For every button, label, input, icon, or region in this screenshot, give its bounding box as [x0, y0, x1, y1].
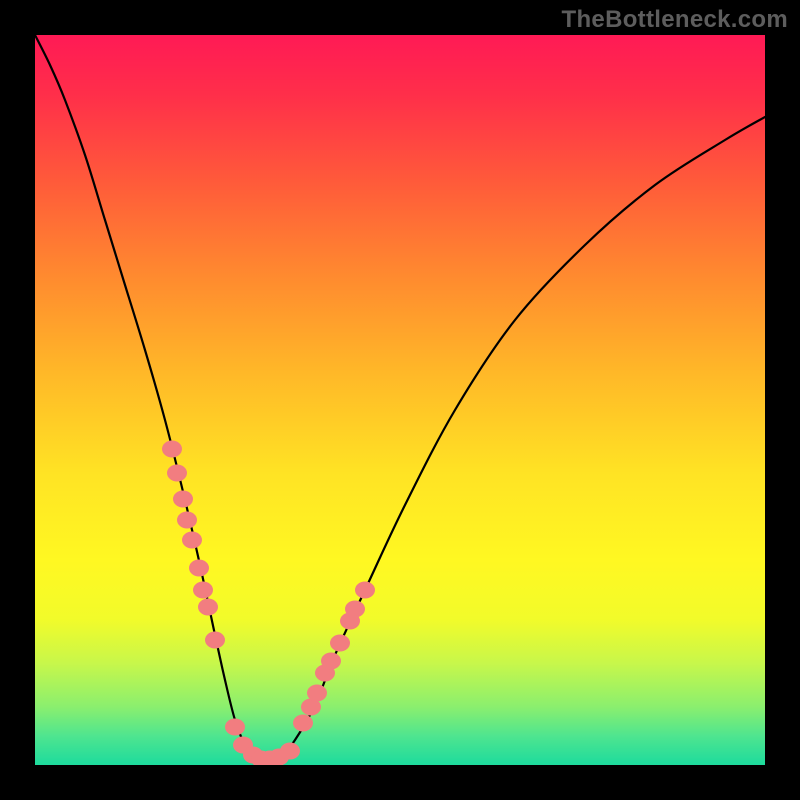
highlight-dot [307, 685, 327, 702]
highlight-dot [189, 560, 209, 577]
curve-layer [35, 35, 765, 760]
highlight-dot [173, 491, 193, 508]
highlight-dot [330, 635, 350, 652]
marker-layer [162, 441, 375, 766]
plot-area [35, 35, 765, 765]
highlight-dot [198, 599, 218, 616]
highlight-dot [280, 743, 300, 760]
highlight-dot [205, 632, 225, 649]
highlight-dot [355, 582, 375, 599]
highlight-dot [167, 465, 187, 482]
highlight-dot [225, 719, 245, 736]
highlight-dot [182, 532, 202, 549]
highlight-dot [193, 582, 213, 599]
watermark-text: TheBottleneck.com [562, 6, 788, 34]
chart-frame: TheBottleneck.com [0, 0, 800, 800]
highlight-dot [177, 512, 197, 529]
bottleneck-curve [35, 35, 765, 760]
highlight-dot [345, 601, 365, 618]
highlight-dot [162, 441, 182, 458]
highlight-dot [321, 653, 341, 670]
highlight-dot [293, 715, 313, 732]
chart-svg [35, 35, 765, 765]
